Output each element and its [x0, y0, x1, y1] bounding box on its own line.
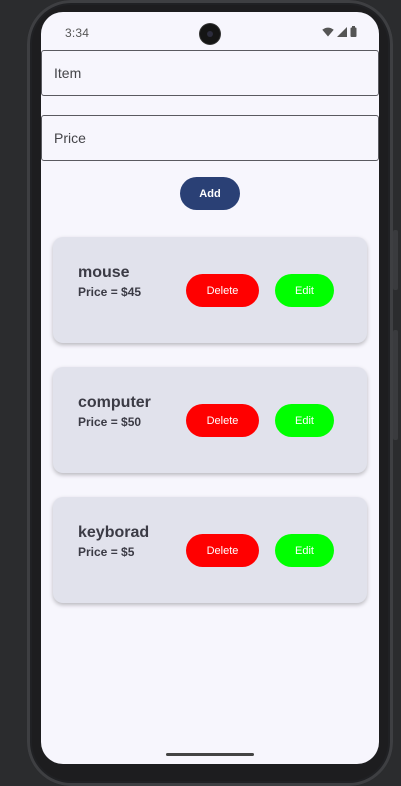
item-card: mouse Price = $45 Delete Edit [53, 237, 367, 343]
signal-icon [337, 26, 347, 37]
status-icons [322, 26, 357, 37]
edit-button[interactable]: Edit [275, 404, 334, 437]
price-field[interactable] [41, 115, 379, 161]
edit-button[interactable]: Edit [275, 274, 334, 307]
wifi-icon [322, 27, 334, 36]
item-price: Price = $45 [78, 285, 142, 299]
status-time: 3:34 [65, 26, 90, 40]
item-price: Price = $5 [78, 545, 135, 559]
delete-button[interactable]: Delete [186, 534, 259, 567]
item-card: computer Price = $50 Delete Edit [53, 367, 367, 473]
front-camera [200, 24, 220, 44]
battery-icon [350, 26, 357, 37]
item-input[interactable] [42, 51, 378, 95]
item-name: computer [78, 394, 151, 411]
item-card: keyborad Price = $5 Delete Edit [53, 497, 367, 603]
volume-button [393, 230, 398, 290]
home-indicator[interactable] [166, 753, 254, 756]
item-name: mouse [78, 264, 130, 281]
price-input[interactable] [42, 116, 378, 160]
item-name: keyborad [78, 524, 150, 541]
edit-button[interactable]: Edit [275, 534, 334, 567]
item-price: Price = $50 [78, 415, 142, 429]
status-bar: 3:34 [41, 12, 379, 52]
add-button[interactable]: Add [180, 177, 240, 210]
item-field[interactable] [41, 50, 379, 96]
delete-button[interactable]: Delete [186, 404, 259, 437]
power-button [393, 330, 398, 440]
app-screen: 3:34 Add mouse Price = $45 Delete Edit c… [41, 12, 379, 764]
delete-button[interactable]: Delete [186, 274, 259, 307]
